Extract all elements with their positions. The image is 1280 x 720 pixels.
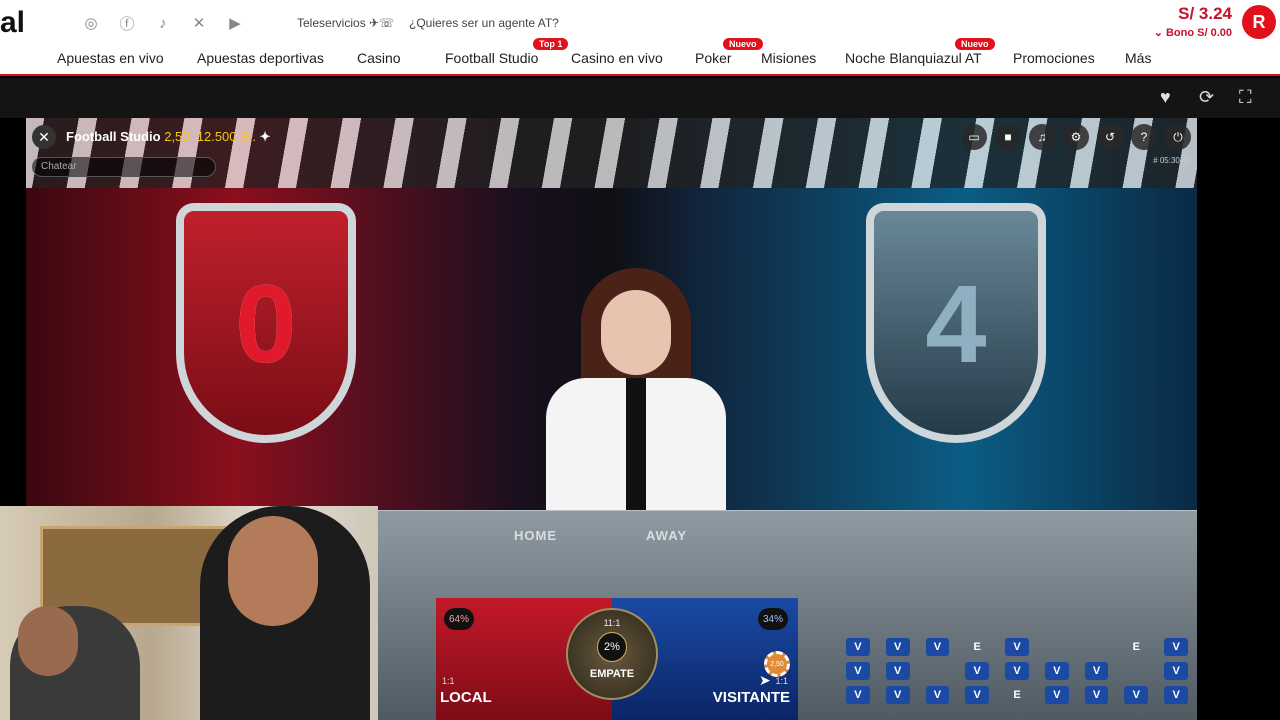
balance-panel[interactable]: S/ 3.24 ⌄ Bono S/ 0.00 <box>1154 4 1232 39</box>
results-road: VVVEVEVVVVVVVVVVVVEVVVV <box>838 638 1196 704</box>
youtube-icon[interactable]: ▶ <box>224 12 246 34</box>
road-cell: V <box>1044 686 1069 704</box>
road-cell: V <box>925 686 950 704</box>
away-shield: 4 <box>866 203 1046 443</box>
volume-icon[interactable]: ♫ <box>1029 124 1055 150</box>
agent-link[interactable]: ¿Quieres ser un agente AT? <box>409 16 559 30</box>
user-avatar[interactable]: R <box>1242 5 1276 39</box>
mouse-cursor-icon: ➤ <box>759 672 771 688</box>
home-shield: 0 <box>176 203 356 443</box>
home-card-value: 0 <box>235 263 297 386</box>
road-cell <box>1037 638 1077 656</box>
away-card-value: 4 <box>925 263 987 386</box>
table-home-label: HOME <box>514 528 557 543</box>
nav-noche-blanquiazul[interactable]: Noche Blanquiazul AT Nuevo <box>845 38 995 66</box>
bono-amount: ⌄ Bono S/ 0.00 <box>1153 27 1232 39</box>
visitante-odds: 1:1 <box>775 676 788 686</box>
road-cell: V <box>965 686 990 704</box>
social-links: ◎ ⓕ ♪ ✕ ▶ <box>80 12 246 34</box>
refresh-icon[interactable]: ⟳ <box>1199 87 1214 108</box>
road-cell: V <box>1164 662 1188 680</box>
whatsapp-icon: ☏ <box>379 16 395 30</box>
road-cell <box>1116 662 1156 680</box>
nav-apuestas-en-vivo[interactable]: Apuestas en vivo <box>57 50 164 66</box>
help-icon[interactable]: ? <box>1131 124 1157 150</box>
bet-limits: 2,50–12.500 S/. <box>164 129 257 144</box>
facebook-icon[interactable]: ⓕ <box>116 12 138 34</box>
nav-apuestas-deportivas[interactable]: Apuestas deportivas <box>197 50 324 66</box>
balance-amount: S/ 3.24 <box>1178 4 1232 23</box>
empate-odds: 11:1 <box>603 618 621 628</box>
empate-label: EMPATE <box>589 668 635 680</box>
road-cell: V <box>925 638 950 656</box>
chat-input[interactable]: Chatear <box>32 157 216 177</box>
x-icon[interactable]: ✕ <box>188 12 210 34</box>
road-cell: E <box>1013 689 1021 701</box>
nav-promociones[interactable]: Promociones <box>1013 50 1095 66</box>
road-cell: E <box>973 641 981 653</box>
road-cell: V <box>1044 662 1069 680</box>
road-cell: V <box>885 686 910 704</box>
teleservicios-link[interactable]: Teleservicios ✈☏ <box>297 16 394 30</box>
local-label: LOCAL <box>440 689 492 706</box>
visitante-percent: 34% <box>758 608 788 630</box>
nav-poker[interactable]: Poker Nuevo <box>695 38 763 66</box>
nav-mas[interactable]: Más <box>1125 50 1151 66</box>
game-controls: ▭ ■ ♫ ⚙ ↺ ? ⏻ <box>961 124 1191 150</box>
history-icon[interactable]: ↺ <box>1097 124 1123 150</box>
road-cell: V <box>1084 686 1109 704</box>
road-cell <box>1077 638 1117 656</box>
chat-icon[interactable]: ▭ <box>961 124 987 150</box>
road-cell <box>918 662 958 680</box>
instagram-icon[interactable]: ◎ <box>80 12 102 34</box>
road-cell: V <box>846 638 870 656</box>
local-odds: 1:1 <box>442 676 455 686</box>
empate-percent: 2% <box>597 632 627 662</box>
bet-empate[interactable]: 11:1 2% EMPATE <box>566 608 658 700</box>
road-cell: V <box>1084 662 1109 680</box>
road-cell: V <box>885 662 910 680</box>
road-cell: V <box>1164 686 1188 704</box>
tiktok-icon[interactable]: ♪ <box>152 12 174 34</box>
site-logo[interactable]: al <box>0 6 25 40</box>
gear-icon[interactable]: ⚙ <box>1063 124 1089 150</box>
table-away-label: AWAY <box>646 528 688 543</box>
nav-misiones[interactable]: Misiones <box>761 50 816 66</box>
badge-nuevo-poker: Nuevo <box>723 38 763 50</box>
road-cell: V <box>965 662 990 680</box>
road-cell: V <box>1164 638 1188 656</box>
nav-casino-en-vivo[interactable]: Casino en vivo <box>571 50 663 66</box>
fullscreen-icon[interactable]: ⛶ <box>1239 87 1252 108</box>
local-percent: 64% <box>444 608 474 630</box>
nav-football-studio[interactable]: Football Studio Top 1 <box>445 38 569 66</box>
telegram-icon: ✈ <box>369 16 380 30</box>
road-cell: E <box>1132 641 1140 653</box>
road-cell: V <box>885 638 910 656</box>
nav-casino[interactable]: Casino <box>357 50 401 66</box>
game-toolbar: ♥ ⟳ ⛶ <box>0 78 1280 118</box>
site-header: al ◎ ⓕ ♪ ✕ ▶ Teleservicios ✈☏ ¿Quieres s… <box>0 0 1280 76</box>
badge-top1: Top 1 <box>533 38 569 50</box>
video-icon[interactable]: ■ <box>995 124 1021 150</box>
lobby-icon[interactable]: ⏻ <box>1165 124 1191 150</box>
road-cell: V <box>1005 638 1029 656</box>
road-cell: V <box>846 686 870 704</box>
road-cell: V <box>1124 686 1149 704</box>
close-icon[interactable]: ✕ <box>32 125 56 149</box>
heart-icon[interactable]: ♥ <box>1160 87 1171 108</box>
star-icon[interactable]: ✦ <box>260 129 271 144</box>
game-header: ✕ Football Studio 2,50–12.500 S/. ✦ Chat… <box>26 118 1197 177</box>
road-cell: V <box>1005 662 1029 680</box>
webcam-overlay <box>0 506 378 720</box>
badge-nuevo-noche: Nuevo <box>955 38 995 50</box>
game-title: Football Studio 2,50–12.500 S/. ✦ <box>66 129 271 144</box>
main-nav: Apuestas en vivo Apuestas deportivas Cas… <box>0 38 1280 70</box>
road-cell: V <box>846 662 870 680</box>
visitante-label: VISITANTE <box>712 689 790 706</box>
game-id: # 05:30:40 <box>1153 156 1191 165</box>
